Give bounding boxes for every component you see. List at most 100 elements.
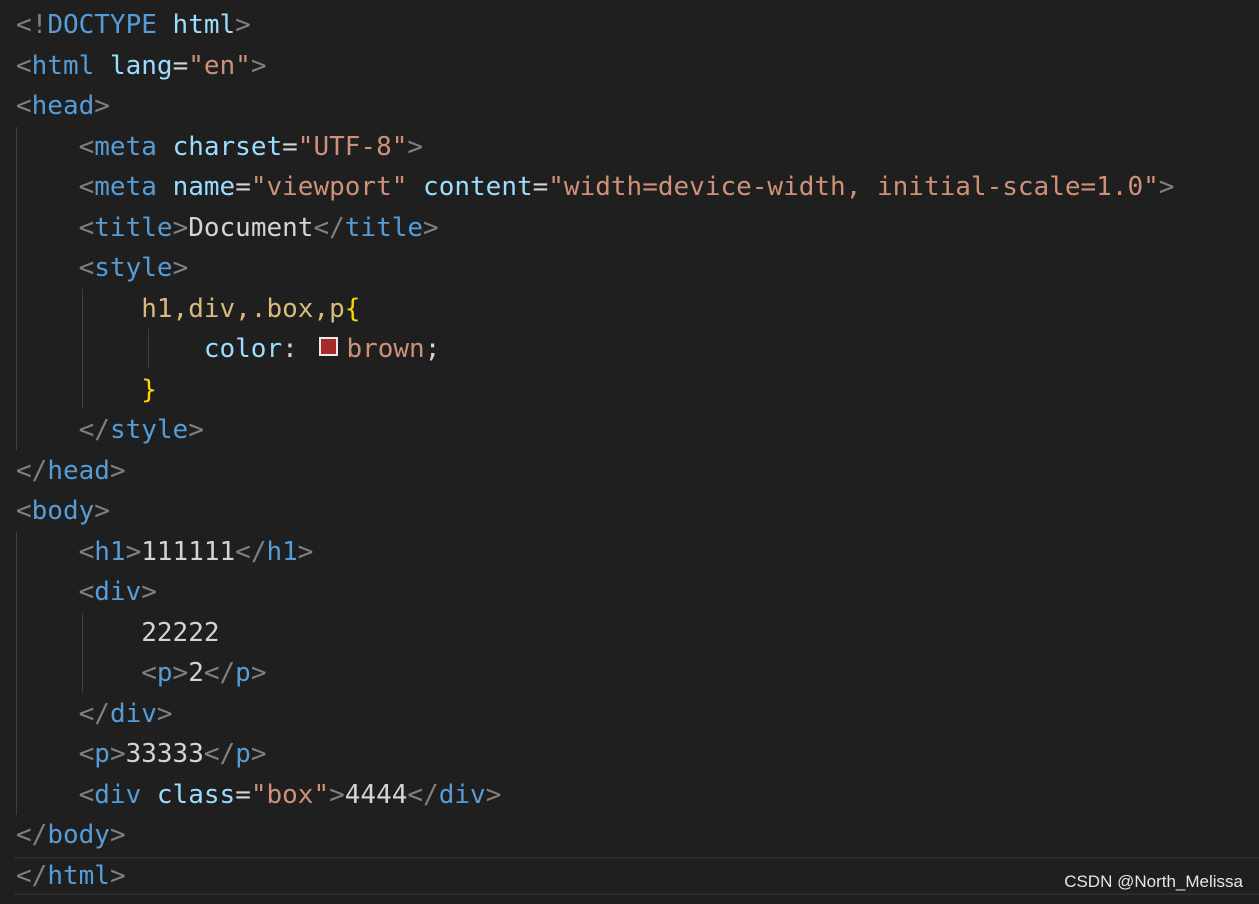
- code-token: >: [156, 698, 173, 729]
- code-token: title: [94, 212, 173, 243]
- code-token: </: [203, 739, 236, 769]
- code-token: lang: [109, 50, 173, 81]
- code-line[interactable]: <style>: [16, 248, 189, 288]
- code-token: >: [109, 739, 126, 769]
- code-line[interactable]: </style>: [16, 410, 204, 450]
- code-token: >: [250, 50, 267, 81]
- code-token: >: [250, 739, 267, 769]
- code-token: head: [31, 91, 95, 121]
- code-token: brown: [346, 334, 425, 364]
- code-line[interactable]: </body>: [16, 815, 126, 855]
- code-token: h1: [266, 536, 298, 567]
- code-token: "box": [250, 779, 330, 810]
- code-token: meta: [94, 131, 157, 162]
- code-token: <!: [16, 10, 48, 40]
- code-line[interactable]: <p>2</p>: [16, 653, 266, 693]
- code-token: color: [203, 334, 283, 364]
- code-line[interactable]: 22222: [16, 613, 220, 653]
- code-line[interactable]: <body>: [16, 491, 110, 531]
- code-token: </: [235, 536, 267, 567]
- code-token: html: [172, 10, 236, 40]
- code-line[interactable]: <!DOCTYPE html>: [16, 5, 251, 45]
- code-token: =: [532, 172, 549, 202]
- code-token: Document: [188, 212, 314, 243]
- code-token: </: [78, 698, 110, 729]
- code-line[interactable]: </head>: [16, 451, 126, 491]
- code-token: style: [94, 253, 173, 283]
- code-line[interactable]: <h1>111111</h1>: [16, 532, 314, 572]
- code-token: p: [235, 658, 251, 688]
- code-token: class: [156, 779, 236, 810]
- code-token: h1: [94, 536, 126, 567]
- code-token: div: [438, 779, 486, 810]
- code-token: meta: [94, 172, 157, 202]
- code-token: 4444: [344, 779, 408, 810]
- code-line[interactable]: <div class="box">4444</div>: [16, 775, 502, 815]
- color-swatch-icon[interactable]: [319, 337, 339, 356]
- code-token: =: [282, 131, 298, 162]
- code-line[interactable]: <html lang="en">: [16, 46, 267, 86]
- code-token: p: [94, 739, 110, 769]
- code-token: 33333: [125, 739, 204, 769]
- watermark: CSDN @North_Melissa: [1064, 872, 1243, 891]
- code-line[interactable]: <div>: [16, 572, 157, 612]
- code-token: title: [344, 212, 424, 243]
- code-token: </: [78, 415, 110, 445]
- code-token: >: [297, 536, 314, 567]
- code-token: "en": [188, 50, 251, 81]
- code-line[interactable]: <meta name="viewport" content="width=dev…: [16, 167, 1175, 207]
- code-line[interactable]: </div>: [16, 694, 173, 734]
- code-token: >: [109, 455, 126, 486]
- code-token: <: [16, 496, 32, 526]
- code-line[interactable]: </html>: [16, 856, 126, 896]
- code-token: h1,div,.box,p: [141, 293, 345, 324]
- code-token: :: [282, 334, 314, 364]
- code-token: >: [141, 577, 157, 607]
- code-token: div: [94, 779, 142, 810]
- code-line[interactable]: <p>33333</p>: [16, 734, 267, 774]
- code-token: >: [94, 496, 110, 526]
- code-token: p: [235, 739, 251, 769]
- code-token: 22222: [141, 617, 220, 648]
- code-token: p: [156, 658, 173, 688]
- code-token: >: [235, 10, 251, 40]
- code-line[interactable]: <title>Document</title>: [16, 208, 439, 248]
- code-token: <: [78, 739, 95, 769]
- code-editor[interactable]: <!DOCTYPE html> <html lang="en"> <head> <m…: [0, 0, 1259, 904]
- code-token: content: [423, 172, 533, 202]
- code-line[interactable]: }: [16, 370, 157, 410]
- code-token: =: [235, 172, 251, 202]
- code-line[interactable]: <meta charset="UTF-8">: [16, 127, 423, 167]
- code-token: >: [250, 658, 267, 688]
- code-token: <: [16, 50, 32, 81]
- code-token: <: [78, 779, 95, 810]
- code-token: <: [78, 577, 95, 607]
- code-token: <: [16, 91, 32, 121]
- code-token: 111111: [141, 536, 236, 567]
- code-line[interactable]: color: brown;: [16, 329, 441, 369]
- code-token: ;: [424, 334, 441, 364]
- code-token: </: [407, 779, 439, 810]
- code-token: body: [47, 820, 110, 850]
- code-token: DOCTYPE: [47, 10, 157, 40]
- code-line[interactable]: <head>: [16, 86, 110, 126]
- code-token: {: [344, 293, 361, 324]
- code-token: >: [125, 536, 142, 567]
- code-token: =: [235, 779, 251, 810]
- code-token: "UTF-8": [297, 131, 408, 162]
- code-line[interactable]: h1,div,.box,p{: [16, 289, 360, 329]
- code-token: head: [47, 455, 110, 486]
- code-token: <: [78, 536, 95, 567]
